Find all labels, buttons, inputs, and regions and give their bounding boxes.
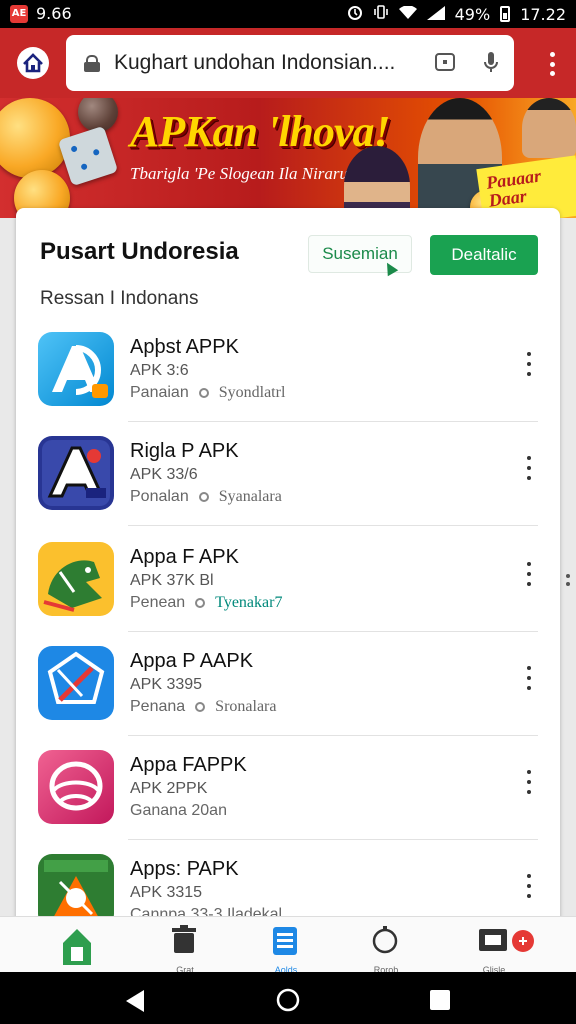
more-vert-icon[interactable] bbox=[526, 562, 532, 586]
list-item[interactable]: Rigla P APK APK 33/6 Ponalan Syanalara bbox=[16, 422, 560, 526]
more-vert-icon[interactable] bbox=[526, 770, 532, 794]
app-meta-b: Sronalara bbox=[215, 698, 277, 715]
app-version: APK 2PPK bbox=[130, 780, 208, 797]
more-vert-icon[interactable] bbox=[526, 874, 532, 898]
app-meta-a: Panaian bbox=[130, 384, 189, 401]
bottom-navigation: Grat Aolds Rorob Glisle bbox=[0, 916, 576, 975]
notification-app-icon: AE bbox=[10, 4, 28, 23]
browser-toolbar: Kughart undohan Indonsian.... bbox=[0, 28, 576, 98]
alarm-icon bbox=[347, 4, 363, 24]
status-time-left: 9.66 bbox=[36, 4, 72, 23]
pin-icon bbox=[198, 492, 209, 502]
promo-banner[interactable]: APKan 'lhova! Tbarigla 'Pe Slogean Ila N… bbox=[0, 98, 576, 218]
app-meta-b: Tyenakar7 bbox=[215, 594, 283, 611]
recents-icon[interactable] bbox=[430, 990, 450, 1015]
list-item[interactable]: Appa F APK APK 37K Bl Penean Tyenakar7 bbox=[16, 528, 560, 632]
tab-switch-icon[interactable] bbox=[434, 51, 456, 73]
card-subheading: Ressan I Indonans bbox=[40, 288, 199, 309]
app-name: Rigla P APK bbox=[130, 440, 239, 462]
banner-subtitle: Tbarigla 'Pe Slogean Ila Nirarue bbox=[130, 164, 356, 183]
app-version: APK 37K Bl bbox=[130, 572, 214, 589]
system-navigation-bar bbox=[0, 972, 576, 1024]
app-version: APK 33/6 bbox=[130, 466, 198, 483]
app-version: APK 3315 bbox=[130, 884, 203, 901]
blue-compass-logo-icon bbox=[38, 646, 114, 720]
green-bird-logo-icon bbox=[38, 542, 114, 616]
status-bar: AE 9.66 49% 17.22 bbox=[0, 0, 576, 28]
nav-circle[interactable]: Rorob bbox=[346, 917, 426, 975]
home-circle-icon[interactable] bbox=[276, 988, 300, 1017]
nav-profile[interactable]: Glisle bbox=[454, 917, 534, 975]
app-name: Apps: PAPK bbox=[130, 858, 239, 880]
pin-icon bbox=[198, 388, 209, 398]
nav-list[interactable]: Aolds bbox=[246, 917, 326, 975]
list-item[interactable]: Apþst APPK APK 3:6 Panaian Syondlatrl bbox=[16, 318, 560, 422]
url-bar[interactable]: Kughart undohan Indonsian.... bbox=[66, 35, 514, 91]
home-icon[interactable] bbox=[16, 46, 50, 80]
app-meta-a: Penana bbox=[130, 698, 186, 715]
app-name: Appa F APK bbox=[130, 546, 239, 568]
app-name: Apþst APPK bbox=[130, 336, 239, 358]
signal-icon bbox=[426, 5, 445, 24]
app-version: APK 3395 bbox=[130, 676, 203, 693]
pin-icon bbox=[195, 702, 206, 712]
pin-icon bbox=[195, 598, 206, 608]
list-item[interactable]: Appa P AAPK APK 3395 Penana Sronalara bbox=[16, 632, 560, 736]
battery-percent: 49% bbox=[454, 4, 491, 24]
status-time-right: 17.22 bbox=[520, 4, 566, 24]
pink-shell-logo-icon bbox=[38, 750, 114, 824]
app-meta-a: Penean bbox=[130, 594, 186, 611]
gold-coin-graphic bbox=[0, 98, 70, 178]
scroll-indicator bbox=[566, 574, 570, 578]
list-item[interactable]: Appa FAPPK APK 2PPK Ganana 20an bbox=[16, 736, 560, 840]
url-text[interactable]: Kughart undohan Indonsian.... bbox=[114, 51, 414, 75]
app-name: Appa P AAPK bbox=[130, 650, 254, 672]
more-vert-icon[interactable] bbox=[526, 352, 532, 376]
nav-home[interactable] bbox=[36, 917, 116, 973]
app-name: Appa FAPPK bbox=[130, 754, 247, 776]
more-vert-icon[interactable] bbox=[526, 666, 532, 690]
more-vert-icon[interactable] bbox=[550, 52, 556, 76]
wifi-icon bbox=[398, 4, 417, 24]
card-title: Pusart Undoresia bbox=[40, 238, 239, 265]
app-version: APK 3:6 bbox=[130, 362, 189, 379]
download-button[interactable]: Dealtalic bbox=[430, 235, 538, 275]
vibrate-icon bbox=[373, 4, 389, 24]
app-list-card: Pusart Undoresia Susemian Dealtalic Ress… bbox=[16, 208, 560, 928]
app-meta-b: Syanalara bbox=[218, 488, 282, 505]
scroll-indicator bbox=[566, 582, 570, 586]
banner-title: APKan 'lhova! bbox=[130, 107, 391, 156]
mic-icon[interactable] bbox=[480, 51, 502, 73]
divider bbox=[128, 525, 538, 526]
more-vert-icon[interactable] bbox=[526, 456, 532, 480]
app-meta-a: Ponalan bbox=[130, 488, 189, 505]
app-meta-b: Syondlatrl bbox=[218, 384, 286, 401]
lock-icon bbox=[84, 55, 100, 72]
app-meta-a: Ganana 20an bbox=[130, 802, 227, 819]
list-item[interactable]: Apps: PAPK APK 3315 Cannpa 33-3 Iladekal bbox=[16, 840, 560, 928]
navy-a-logo-icon bbox=[38, 436, 114, 510]
back-icon[interactable] bbox=[126, 990, 146, 1017]
battery-icon bbox=[500, 6, 511, 22]
person-graphic bbox=[522, 98, 576, 158]
blue-a-logo-icon bbox=[38, 332, 114, 406]
nav-trash[interactable]: Grat bbox=[145, 917, 225, 975]
